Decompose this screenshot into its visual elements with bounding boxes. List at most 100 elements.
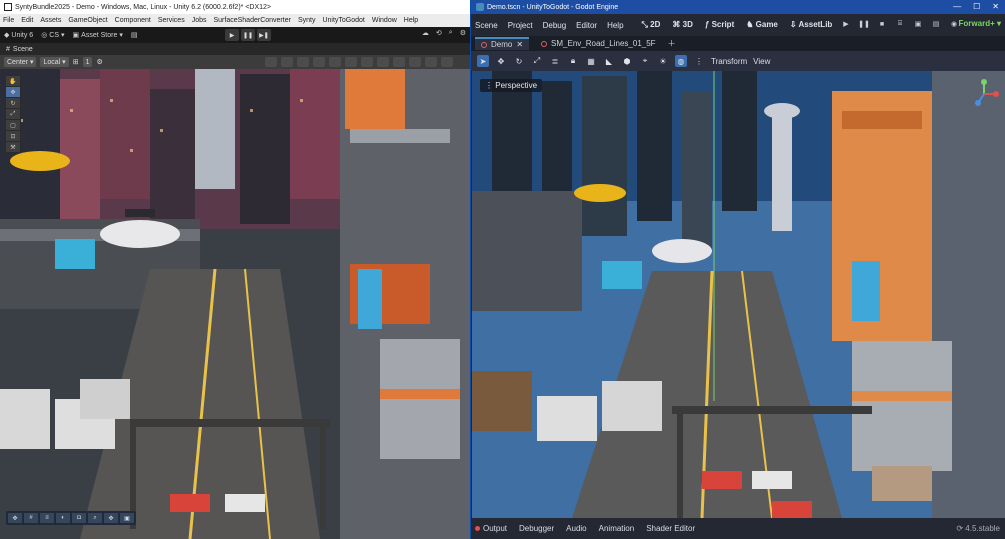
render-mode-button[interactable] <box>393 57 405 67</box>
menu-jobs[interactable]: Jobs <box>192 17 207 24</box>
godot-3d-viewport[interactable]: ⋮ Perspective <box>472 71 1005 518</box>
shading-icon[interactable]: ◐ <box>56 513 70 523</box>
settings-icon[interactable]: ⚙ <box>460 29 466 37</box>
move-tool-icon[interactable]: ✥ <box>6 87 20 97</box>
scene-tab[interactable]: # Scene <box>0 43 470 55</box>
run-current-scene-icon[interactable]: ▣ <box>913 19 923 29</box>
perspective-menu[interactable]: ⋮ Perspective <box>480 79 543 92</box>
tab-shader-editor[interactable]: Shader Editor <box>646 524 695 533</box>
menu-help[interactable]: Help <box>404 17 418 24</box>
draw-mode-button[interactable] <box>265 57 277 67</box>
audio-toggle-button[interactable] <box>313 57 325 67</box>
menu-unitytogodot[interactable]: UnityToGodot <box>322 17 364 24</box>
history-icon[interactable]: ⟲ <box>436 29 442 37</box>
hidden-objects-button[interactable] <box>345 57 357 67</box>
list-select-icon[interactable]: ≣ <box>549 55 561 67</box>
view-gizmo[interactable] <box>969 79 999 109</box>
tab-output[interactable]: Output <box>475 524 507 533</box>
pause-button[interactable]: ❚❚ <box>241 29 255 41</box>
lighting-toggle-button[interactable] <box>297 57 309 67</box>
menu-debug[interactable]: Debug <box>543 21 567 30</box>
movie-maker-icon[interactable]: ◉ <box>949 19 959 29</box>
gizmos-button[interactable] <box>377 57 389 67</box>
menu-surfaceshaderconverter[interactable]: SurfaceShaderConverter <box>214 17 291 24</box>
menu-editor[interactable]: Editor <box>576 21 597 30</box>
menu-assets[interactable]: Assets <box>40 17 61 24</box>
move-tool-icon[interactable]: ✥ <box>495 55 507 67</box>
sun-preview-icon[interactable]: ☀ <box>657 55 669 67</box>
2d-toggle-button[interactable] <box>281 57 293 67</box>
stop-icon[interactable]: ■ <box>877 19 887 29</box>
maximize-icon[interactable]: ☐ <box>973 2 980 11</box>
menu-help[interactable]: Help <box>607 21 623 30</box>
ruler-icon[interactable]: ◣ <box>603 55 615 67</box>
workspace-3d[interactable]: ⌘ 3D <box>672 20 692 30</box>
menu-synty[interactable]: Synty <box>298 17 316 24</box>
more-options-icon[interactable]: ⋮ <box>693 55 705 67</box>
scene-visibility-button[interactable] <box>425 57 437 67</box>
menu-edit[interactable]: Edit <box>21 17 33 24</box>
run-project-icon[interactable]: ▶ <box>841 19 851 29</box>
overlay-menu-button[interactable] <box>409 57 421 67</box>
tab-audio[interactable]: Audio <box>566 524 586 533</box>
close-icon[interactable]: ✕ <box>992 2 999 11</box>
select-tool-icon[interactable]: ➤ <box>477 55 489 67</box>
play-button[interactable]: ▶ <box>225 29 239 41</box>
workspace-2d[interactable]: ⤡ 2D <box>642 20 661 30</box>
tab-road-lines[interactable]: SM_Env_Road_Lines_01_5F <box>535 37 662 50</box>
account-button[interactable]: ◆ Unity 6 <box>4 31 33 40</box>
cs-button[interactable]: ◎ CS ▾ <box>41 31 64 40</box>
pivot-dropdown[interactable]: Center ▾ <box>4 57 37 67</box>
tab-animation[interactable]: Animation <box>599 524 635 533</box>
menu-window[interactable]: Window <box>372 17 397 24</box>
menu-component[interactable]: Component <box>115 17 151 24</box>
camera-icon[interactable]: ◘ <box>72 513 86 523</box>
snap-icon[interactable]: ⌖ <box>639 55 651 67</box>
remote-debug-icon[interactable]: ⌸ <box>895 19 905 29</box>
transform-handle-icon[interactable]: ✥ <box>8 513 22 523</box>
frame-icon[interactable]: ▣ <box>120 513 134 523</box>
environment-preview-icon[interactable]: ◍ <box>675 55 687 67</box>
scale-tool-icon[interactable]: ⤢ <box>6 109 20 119</box>
renderer-selector[interactable]: Forward+ ▾ <box>959 19 1001 28</box>
move-icon[interactable]: ✥ <box>104 513 118 523</box>
rect-tool-icon[interactable]: ▢ <box>6 120 20 130</box>
step-button[interactable]: ▶❚ <box>257 29 271 41</box>
tab-debugger[interactable]: Debugger <box>519 524 554 533</box>
menu-project[interactable]: Project <box>508 21 533 30</box>
workspace-assetlib[interactable]: ⇩ AssetLib <box>790 20 832 30</box>
menu-services[interactable]: Services <box>158 17 185 24</box>
view-menu[interactable]: View <box>753 57 770 66</box>
space-dropdown[interactable]: Local ▾ <box>40 57 69 67</box>
minimize-icon[interactable]: — <box>953 2 961 11</box>
effects-toggle-button[interactable] <box>329 57 341 67</box>
local-space-icon[interactable]: ⬢ <box>621 55 633 67</box>
grid-icon[interactable]: # <box>24 513 38 523</box>
lock-icon[interactable]: 🔒︎ <box>567 55 579 67</box>
more-options-button[interactable] <box>441 57 453 67</box>
custom-tool-icon[interactable]: ⚒ <box>6 142 20 152</box>
run-custom-scene-icon[interactable]: ▤ <box>931 19 941 29</box>
search-icon[interactable]: ⌕ <box>449 29 453 37</box>
rotate-tool-icon[interactable]: ↻ <box>6 98 20 108</box>
unity-scene-viewport[interactable]: ✋ ✥ ↻ ⤢ ▢ ⊡ ⚒ ✥ # ≡ ◐ ◘ ⌕ ✥ ▣ <box>0 69 470 539</box>
pause-icon[interactable]: ❚❚ <box>858 19 870 29</box>
zoom-icon[interactable]: ⌕ <box>88 513 102 523</box>
rotate-tool-icon[interactable]: ↻ <box>513 55 525 67</box>
menu-file[interactable]: File <box>3 17 14 24</box>
transform-tool-icon[interactable]: ⊡ <box>6 131 20 141</box>
layers-icon[interactable]: ≡ <box>40 513 54 523</box>
asset-store-button[interactable]: ▣ Asset Store ▾ <box>73 31 123 40</box>
snap-value-field[interactable]: 1 <box>82 57 93 67</box>
snap-settings-icon[interactable]: ⚙ <box>96 58 102 66</box>
scale-tool-icon[interactable]: ⤢ <box>531 55 543 67</box>
transform-menu[interactable]: Transform <box>711 57 747 66</box>
workspace-script[interactable]: ƒ Script <box>705 20 734 30</box>
group-icon[interactable]: ▦ <box>585 55 597 67</box>
add-tab-icon[interactable]: ＋ <box>668 38 676 49</box>
menu-gameobject[interactable]: GameObject <box>68 17 107 24</box>
camera-settings-button[interactable] <box>361 57 373 67</box>
grid-snap-icon[interactable]: ⊞ <box>73 58 79 66</box>
menu-scene[interactable]: Scene <box>475 21 498 30</box>
tab-demo[interactable]: Demo ✕ <box>475 37 530 50</box>
